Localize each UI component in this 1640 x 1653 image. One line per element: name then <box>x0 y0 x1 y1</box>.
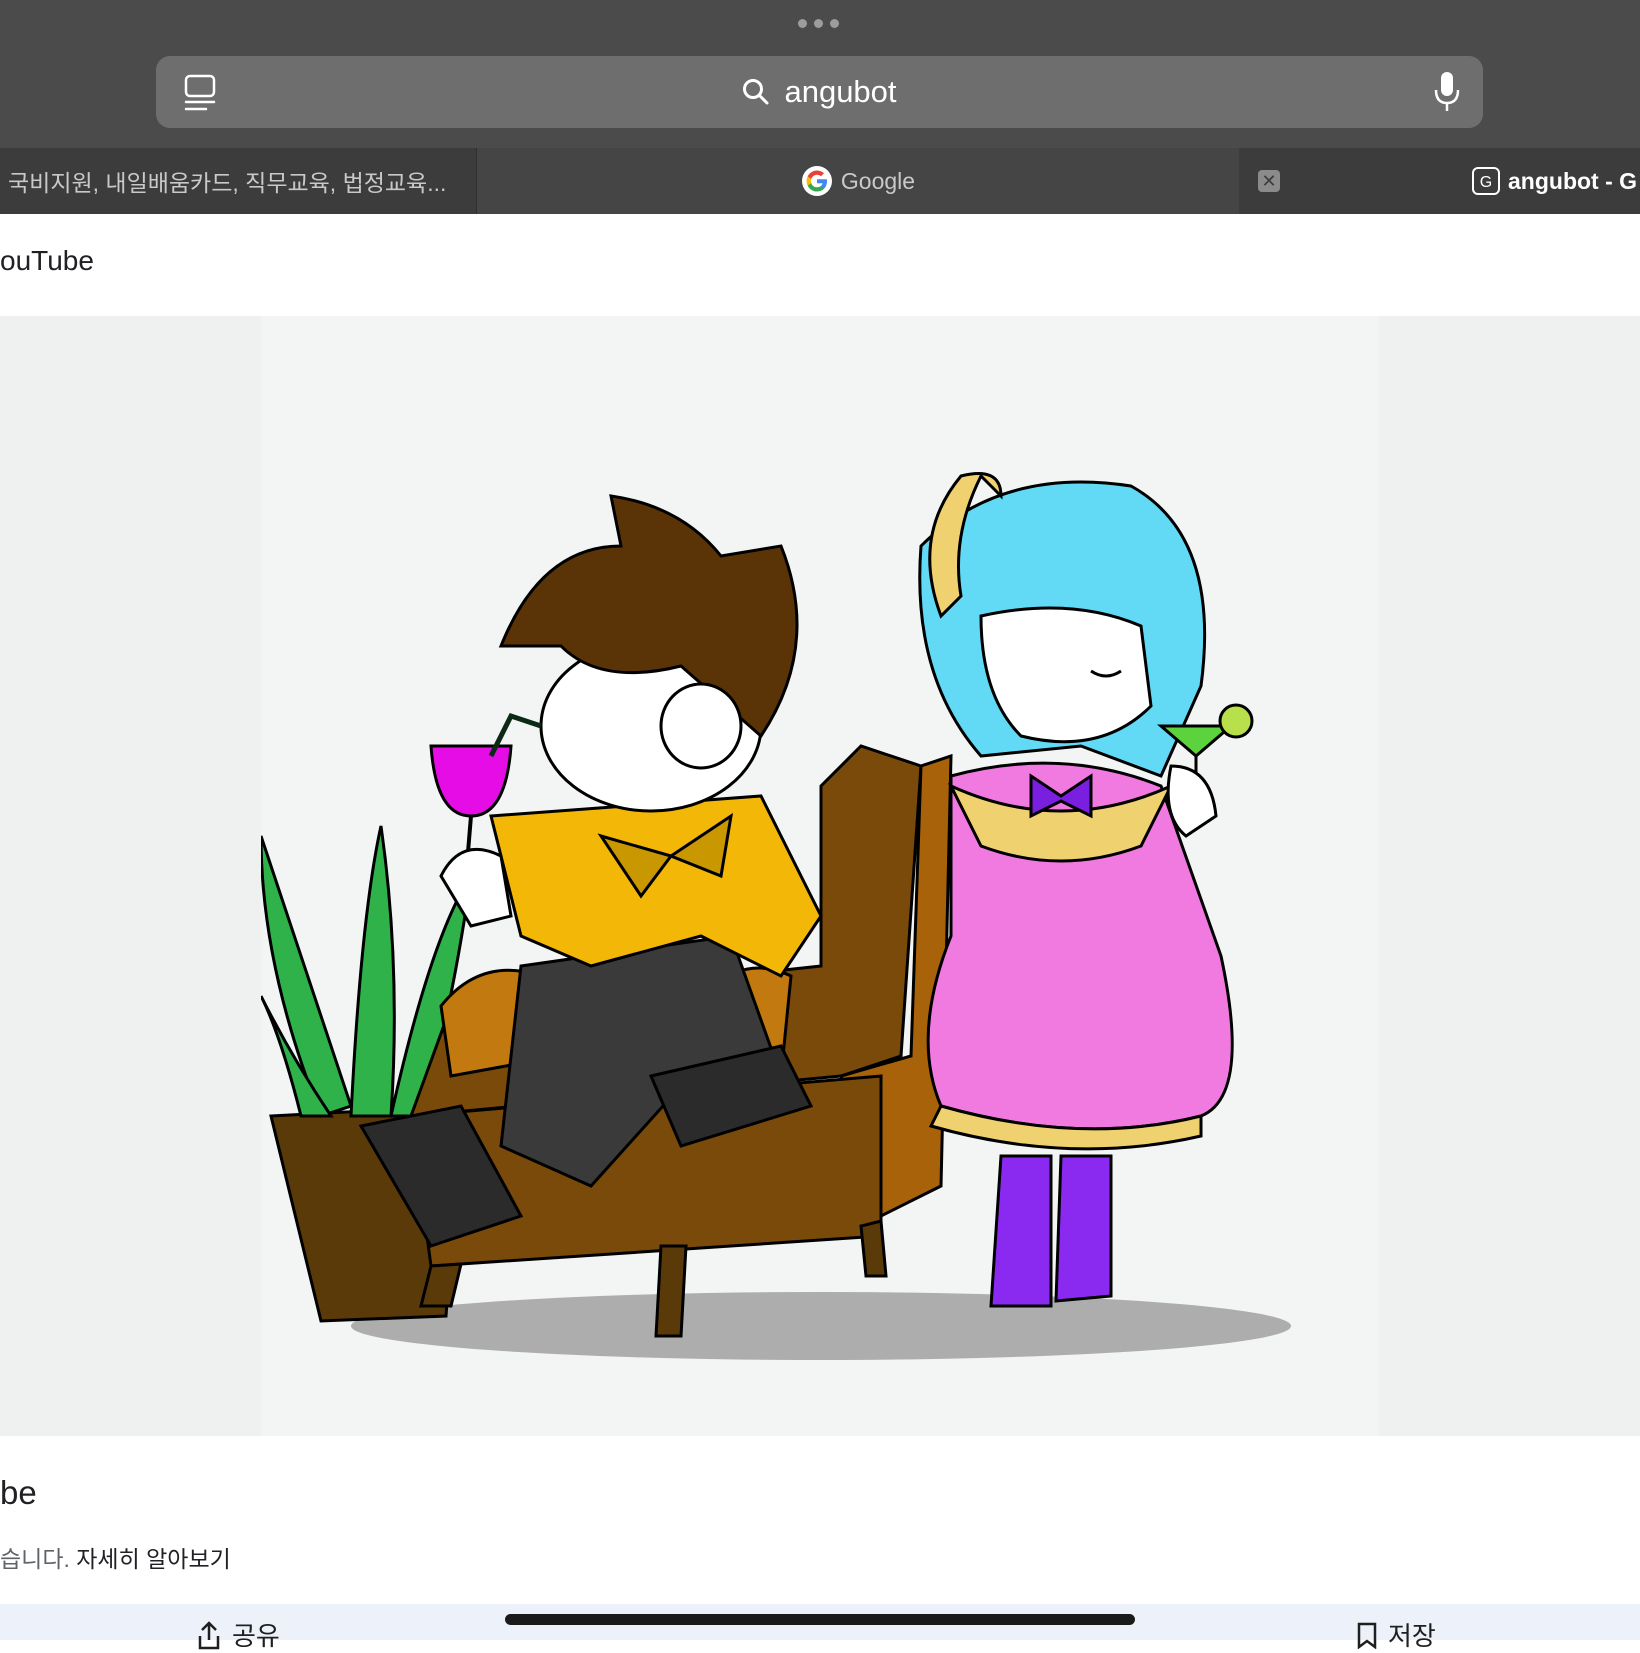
tab-edu[interactable]: 국비지원, 내일배움카드, 직무교육, 법정교육... <box>0 148 475 214</box>
tab-label: 국비지원, 내일배움카드, 직무교육, 법정교육... <box>8 170 447 196</box>
share-button[interactable]: 공유 <box>196 1616 280 1653</box>
search-query-text[interactable]: angubot <box>784 74 896 110</box>
tab-angubot[interactable]: G angubot - G <box>1472 148 1640 214</box>
microphone-icon[interactable] <box>1433 70 1461 114</box>
result-image[interactable] <box>261 316 1379 1436</box>
source-site-name[interactable]: ouTube <box>0 245 94 277</box>
save-label: 저장 <box>1388 1621 1436 1651</box>
share-icon <box>198 1620 220 1649</box>
tab-label: Google <box>840 167 916 194</box>
multitasking-dots-icon[interactable] <box>798 19 839 28</box>
learn-more-link[interactable]: 자세히 알아보기 <box>76 1546 231 1572</box>
tab-strip: 국비지원, 내일배움카드, 직무교육, 법정교육... Google ✕ G a… <box>0 148 1640 214</box>
home-indicator[interactable] <box>505 1614 1135 1625</box>
site-favicon-icon: G <box>1472 167 1500 195</box>
search-icon <box>743 79 769 105</box>
tab-google[interactable]: Google <box>476 148 1239 214</box>
bookmark-icon <box>1357 1622 1377 1649</box>
share-label: 공유 <box>232 1621 280 1651</box>
address-bar[interactable]: angubot <box>156 56 1483 128</box>
description-text: 습니다. <box>0 1546 77 1572</box>
image-preview-panel[interactable] <box>0 316 1640 1436</box>
save-button[interactable]: 저장 <box>1356 1616 1436 1653</box>
google-logo-icon <box>801 166 832 196</box>
close-tab-icon[interactable]: ✕ <box>1258 170 1280 192</box>
cartoon-illustration <box>261 472 1291 1360</box>
browser-toolbar: angubot <box>0 0 1640 148</box>
result-description: 습니다. 자세히 알아보기 <box>0 1540 231 1574</box>
result-title[interactable]: be <box>0 1474 37 1512</box>
tab-label: angubot - G <box>1508 167 1638 194</box>
